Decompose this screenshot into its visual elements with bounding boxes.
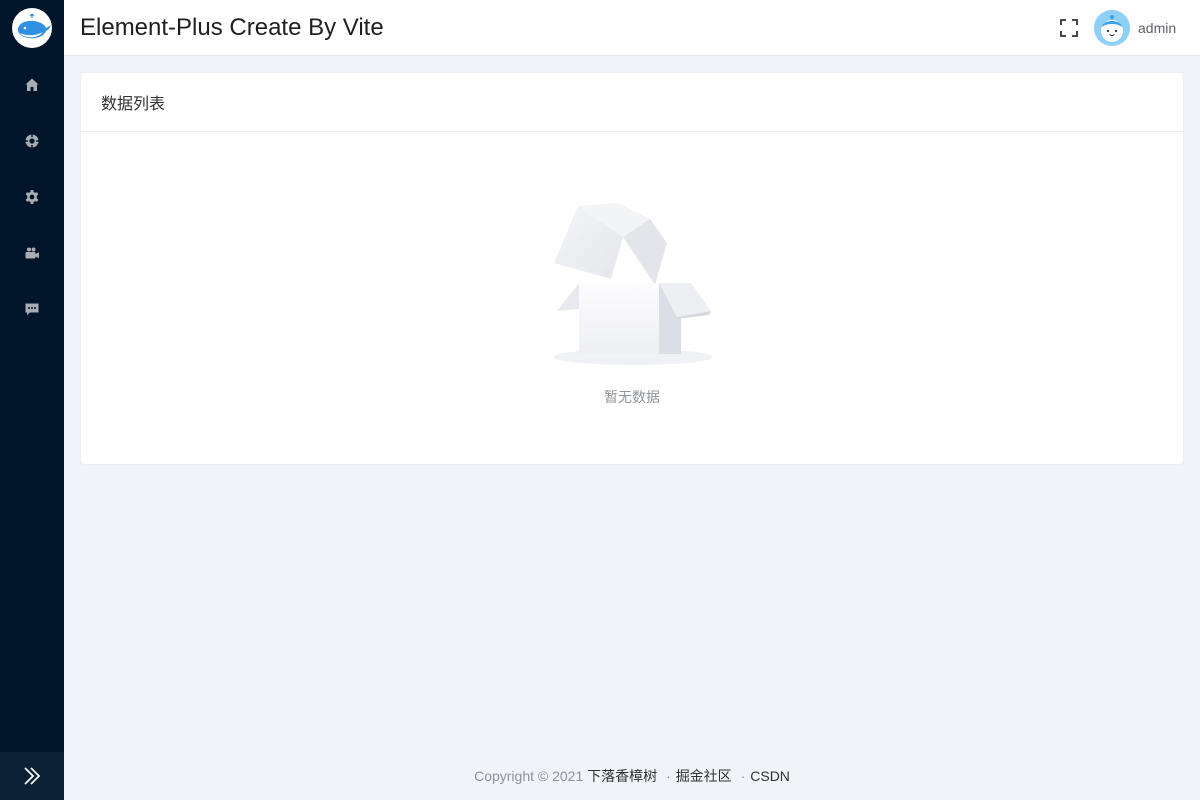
footer-link-csdn[interactable]: CSDN: [750, 768, 790, 784]
sidebar: [0, 0, 64, 800]
sidebar-collapse-button[interactable]: [0, 752, 64, 800]
video-camera-icon: [25, 247, 39, 259]
footer-separator: ·: [740, 768, 746, 784]
card-title: 数据列表: [101, 96, 166, 113]
copyright-text: Copyright © 2021: [474, 768, 584, 784]
data-list-card: 数据列表 暂无数据: [80, 72, 1184, 465]
chat-icon: [25, 303, 39, 315]
footer: Copyright © 2021 下落香樟树 · 掘金社区 · CSDN: [64, 766, 1200, 786]
card-header: 数据列表: [81, 73, 1183, 132]
cartoon-avatar-icon: [1094, 10, 1130, 46]
top-header: Element-Plus Create By Vite admin: [64, 0, 1200, 56]
avatar[interactable]: [1094, 10, 1130, 46]
sidebar-item-home[interactable]: [0, 57, 64, 113]
fullscreen-icon: [1060, 19, 1078, 37]
empty-description: 暂无数据: [604, 389, 660, 405]
sidebar-item-compass[interactable]: [0, 113, 64, 169]
fullscreen-button[interactable]: [1060, 19, 1078, 37]
sidebar-item-camera[interactable]: [0, 225, 64, 281]
sidebar-item-messages[interactable]: [0, 281, 64, 337]
sidebar-item-settings[interactable]: [0, 169, 64, 225]
app-title: Element-Plus Create By Vite: [80, 14, 384, 41]
double-chevron-right-icon: [24, 767, 41, 785]
gear-icon: [25, 190, 39, 204]
home-icon: [25, 78, 39, 91]
footer-link-juejin[interactable]: 掘金社区: [676, 768, 732, 784]
whale-logo-icon[interactable]: [12, 8, 52, 48]
empty-box-illustration-icon: [551, 201, 715, 367]
compass-icon: [25, 134, 39, 148]
footer-separator: ·: [666, 768, 671, 784]
footer-link-author[interactable]: 下落香樟树: [587, 768, 657, 784]
username[interactable]: admin: [1138, 19, 1176, 37]
